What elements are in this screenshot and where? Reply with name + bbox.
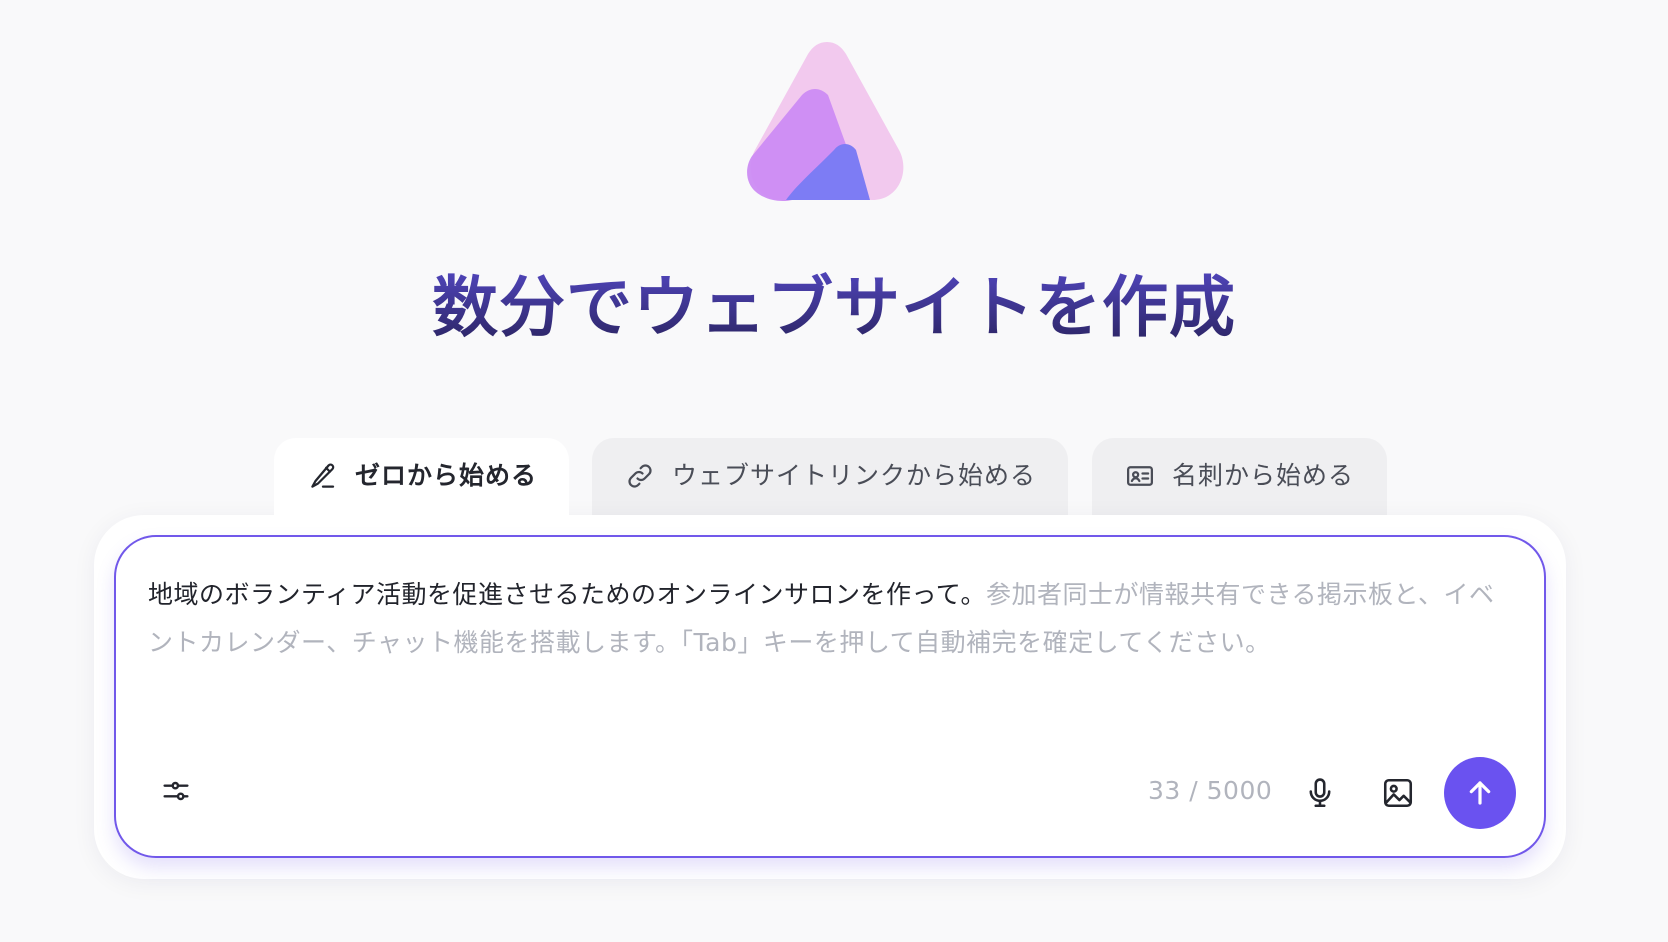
microphone-icon (1309, 778, 1331, 808)
brand-logo-icon (747, 42, 904, 202)
page-title: 数分でウェブサイトを作成 (0, 271, 1668, 345)
brand-logo (740, 38, 915, 203)
link-icon (624, 460, 656, 492)
tab-label: 名刺から始める (1172, 461, 1355, 490)
prompt-typed-text[interactable]: 地域のボランティア活動を促進させるためのオンラインサロンを作って。 (148, 580, 986, 609)
tab-start-from-website-link[interactable]: ウェブサイトリンクから始める (592, 438, 1068, 518)
prompt-input[interactable]: 地域のボランティア活動を促進させるためのオンラインサロンを作って。参加者同士が情… (148, 571, 1508, 667)
sliders-icon (163, 781, 189, 801)
settings-button[interactable] (156, 771, 196, 811)
character-counter: 33 / 5000 (1148, 776, 1273, 805)
send-button[interactable] (1444, 757, 1516, 829)
voice-input-button[interactable] (1298, 771, 1342, 815)
arrow-up-icon (1469, 781, 1491, 805)
id-card-icon (1124, 460, 1156, 492)
prompt-composer[interactable]: 地域のボランティア活動を促進させるためのオンラインサロンを作って。参加者同士が情… (114, 535, 1546, 858)
tab-label: ウェブサイトリンクから始める (672, 461, 1037, 490)
image-upload-button[interactable] (1376, 771, 1420, 815)
pencil-icon (307, 460, 339, 492)
tab-start-from-business-card[interactable]: 名刺から始める (1092, 438, 1387, 518)
image-icon (1383, 778, 1413, 808)
tab-label: ゼロから始める (355, 461, 538, 490)
tab-start-from-scratch[interactable]: ゼロから始める (274, 438, 569, 518)
